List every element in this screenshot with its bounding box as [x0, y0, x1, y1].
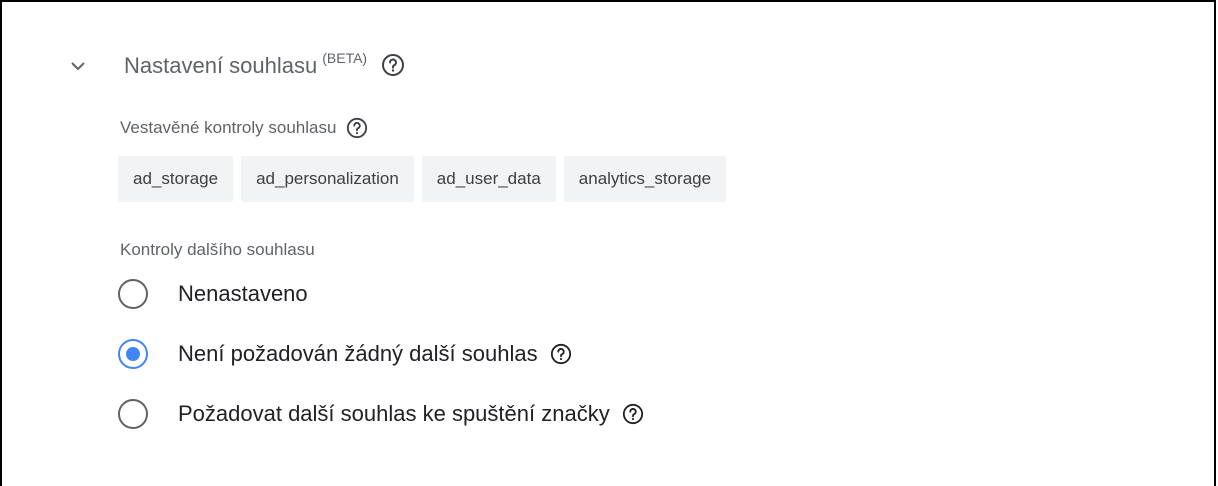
help-circle-icon[interactable] [381, 53, 405, 77]
builtin-checks-chips: ad_storage ad_personalization ad_user_da… [118, 156, 727, 202]
beta-badge: (BETA) [322, 50, 368, 66]
chevron-down-icon[interactable] [66, 54, 90, 78]
consent-chip: analytics_storage [563, 156, 727, 202]
consent-chip: ad_user_data [421, 156, 556, 202]
section-title: Nastavení souhlasu (BETA) [124, 49, 405, 79]
section-expand-toggle[interactable] [66, 46, 90, 86]
section-title-text: Nastavení souhlasu [124, 53, 318, 78]
consent-chip: ad_personalization [241, 156, 414, 202]
radio-option-not-set[interactable]: Nenastaveno [118, 279, 308, 309]
consent-chip: ad_storage [118, 156, 234, 202]
radio-option-label: Není požadován žádný další souhlas [178, 341, 538, 366]
builtin-checks-label: Vestavěné kontroly souhlasu [120, 117, 368, 139]
radio-option-require-additional-consent[interactable]: Požadovat další souhlas ke spuštění znač… [118, 399, 644, 429]
help-circle-icon[interactable] [550, 343, 572, 365]
radio-option-label: Požadovat další souhlas ke spuštění znač… [178, 401, 610, 426]
help-circle-icon[interactable] [622, 403, 644, 425]
radio-button-selected[interactable] [118, 339, 148, 369]
radio-option-label: Nenastaveno [178, 281, 308, 306]
radio-button[interactable] [118, 399, 148, 429]
radio-dot [126, 347, 140, 361]
radio-option-no-additional-consent[interactable]: Není požadován žádný další souhlas [118, 339, 572, 369]
consent-settings-panel: Nastavení souhlasu (BETA) Vestavěné kont… [0, 0, 1216, 486]
additional-consent-label: Kontroly dalšího souhlasu [120, 240, 315, 259]
help-circle-icon[interactable] [346, 117, 368, 139]
radio-button[interactable] [118, 279, 148, 309]
